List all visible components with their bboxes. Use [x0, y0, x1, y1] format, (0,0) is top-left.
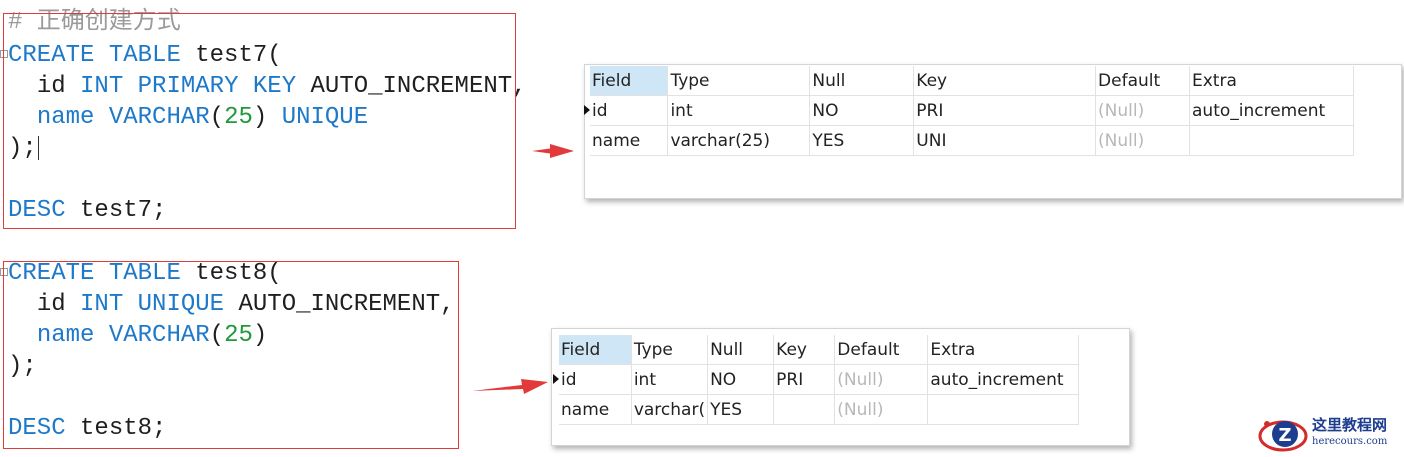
- table-row[interactable]: id int NO PRI (Null) auto_increment: [559, 364, 1079, 395]
- code-line-desc: DESC test8;: [8, 415, 167, 442]
- table-row[interactable]: id int NO PRI (Null) auto_increment: [590, 95, 1354, 126]
- sql-editor-block-2[interactable]: CREATE TABLE test8( id INT UNIQUE AUTO_I…: [0, 257, 470, 452]
- column-header-field[interactable]: Field: [559, 335, 632, 365]
- text-cursor: [37, 135, 39, 160]
- code-line-close-paren: );: [8, 135, 39, 162]
- cell-type[interactable]: int: [667, 95, 811, 126]
- table-row[interactable]: name varchar( YES (Null): [559, 394, 1079, 425]
- table-row[interactable]: name varchar(25) YES UNI (Null): [590, 125, 1354, 156]
- cell-key[interactable]: PRI: [913, 95, 1097, 126]
- column-header-field[interactable]: Field: [590, 66, 669, 96]
- column-header-default[interactable]: Default: [834, 335, 929, 365]
- code-line-id-column: id INT PRIMARY KEY AUTO_INCREMENT,: [36, 73, 527, 100]
- column-header-key[interactable]: Key: [773, 335, 836, 365]
- cell-extra[interactable]: auto_increment: [927, 364, 1079, 395]
- cell-key[interactable]: UNI: [913, 125, 1097, 156]
- code-line-id-column: id INT UNIQUE AUTO_INCREMENT,: [36, 291, 455, 318]
- cell-default[interactable]: (Null): [834, 364, 929, 395]
- result-table-2: Field Type Null Key Default Extra id int…: [559, 335, 1079, 425]
- column-header-extra[interactable]: Extra: [927, 335, 1079, 365]
- cell-key[interactable]: [773, 394, 836, 425]
- cell-extra[interactable]: [1189, 125, 1354, 156]
- cell-field[interactable]: name: [559, 394, 632, 425]
- cell-extra[interactable]: auto_increment: [1189, 95, 1354, 126]
- desc-result-grid-2: Field Type Null Key Default Extra id int…: [551, 328, 1130, 446]
- cell-default[interactable]: (Null): [1095, 95, 1190, 126]
- code-line-create-table: CREATE TABLE test8(: [8, 260, 282, 287]
- column-header-key[interactable]: Key: [913, 66, 1097, 96]
- watermark-logo: Z 这里教程网 herecours.com: [1256, 412, 1404, 457]
- code-line-name-column: name VARCHAR(25): [36, 322, 268, 349]
- cell-extra[interactable]: [927, 394, 1079, 425]
- comment-line: # 正确创建方式: [8, 9, 181, 36]
- cell-key[interactable]: PRI: [773, 364, 836, 395]
- desc-result-grid-1: Field Type Null Key Default Extra id int…: [584, 64, 1402, 199]
- cell-field[interactable]: name: [590, 125, 669, 156]
- header-row: Field Type Null Key Default Extra: [590, 66, 1354, 96]
- code-line-name-column: name VARCHAR(25) UNIQUE: [36, 104, 369, 131]
- column-header-default[interactable]: Default: [1095, 66, 1190, 96]
- column-header-null[interactable]: Null: [707, 335, 775, 365]
- cell-null[interactable]: YES: [809, 125, 915, 156]
- cell-type[interactable]: varchar(25): [667, 125, 811, 156]
- column-header-type[interactable]: Type: [631, 335, 709, 365]
- cell-field[interactable]: id: [559, 364, 632, 395]
- fold-toggle-icon[interactable]: [0, 50, 8, 58]
- cell-default[interactable]: (Null): [1095, 125, 1190, 156]
- code-line-create-table: CREATE TABLE test7(: [8, 42, 282, 69]
- red-arrow-icon: [532, 144, 574, 158]
- cell-type[interactable]: varchar(: [631, 394, 709, 425]
- column-header-extra[interactable]: Extra: [1189, 66, 1354, 96]
- code-line-desc: DESC test7;: [8, 197, 167, 224]
- cell-null[interactable]: NO: [809, 95, 915, 126]
- svg-text:Z: Z: [1278, 425, 1291, 446]
- cell-null[interactable]: YES: [707, 394, 775, 425]
- logo-icon: Z: [1258, 420, 1308, 452]
- cell-field[interactable]: id: [590, 95, 669, 126]
- header-row: Field Type Null Key Default Extra: [559, 335, 1079, 365]
- fold-toggle-icon[interactable]: [0, 268, 8, 276]
- code-line-close-paren: );: [8, 353, 37, 380]
- watermark-url: herecours.com: [1312, 436, 1388, 447]
- red-arrow-icon: [472, 379, 548, 394]
- cell-type[interactable]: int: [631, 364, 709, 395]
- column-header-type[interactable]: Type: [667, 66, 811, 96]
- sql-editor-block-1[interactable]: # 正确创建方式 CREATE TABLE test7( id INT PRIM…: [0, 8, 527, 228]
- cell-default[interactable]: (Null): [834, 394, 929, 425]
- watermark-title: 这里教程网: [1312, 416, 1388, 434]
- result-table-1: Field Type Null Key Default Extra id int…: [590, 66, 1354, 156]
- column-header-null[interactable]: Null: [809, 66, 915, 96]
- cell-null[interactable]: NO: [707, 364, 775, 395]
